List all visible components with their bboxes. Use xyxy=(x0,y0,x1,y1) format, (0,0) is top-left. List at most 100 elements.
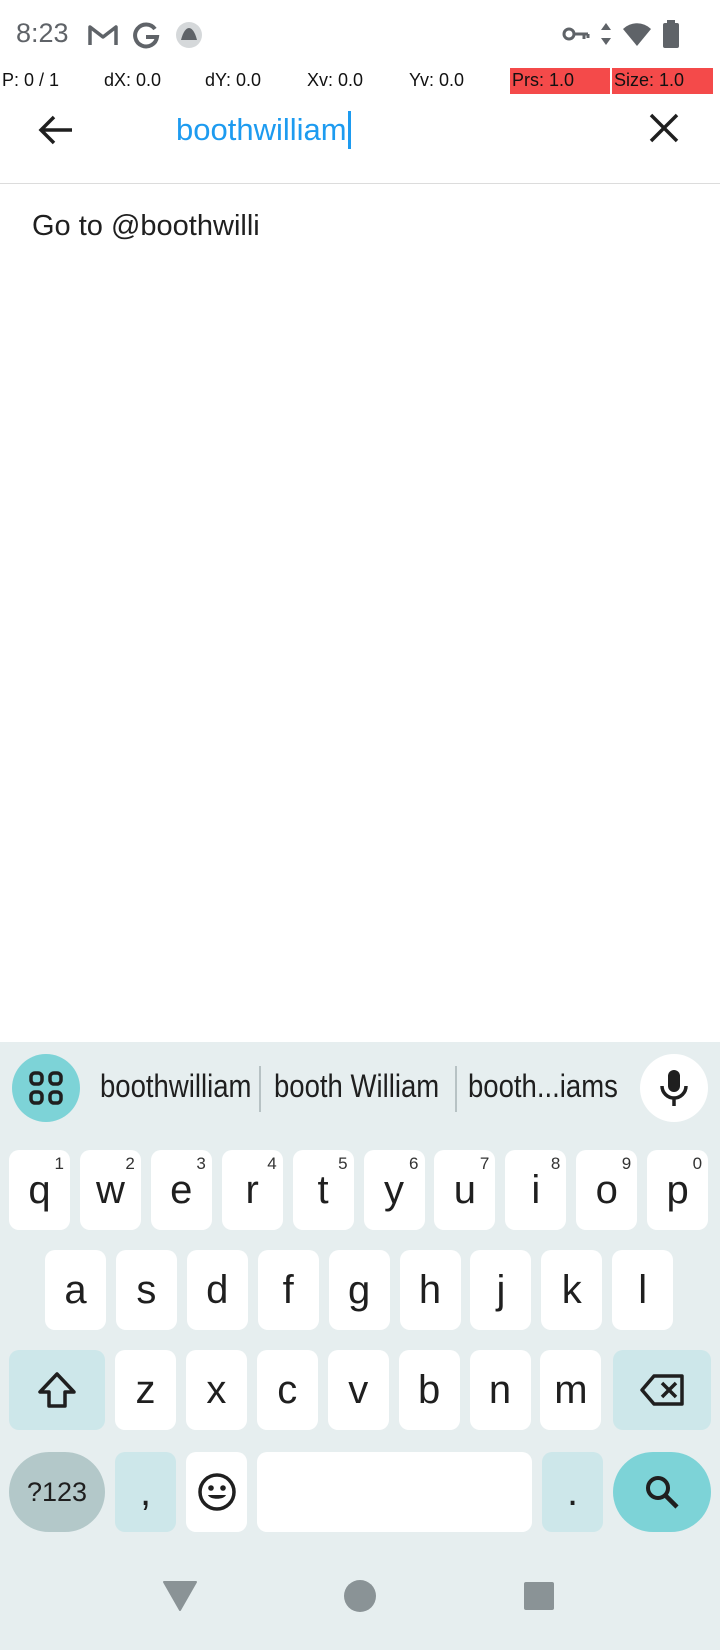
key-f[interactable]: f xyxy=(257,1250,319,1330)
symbols-key[interactable]: ?123 xyxy=(9,1452,105,1532)
search-header: boothwilliam xyxy=(0,96,720,184)
nav-recents-button[interactable] xyxy=(499,1542,579,1650)
key-hint: 5 xyxy=(338,1154,348,1173)
home-circle-icon xyxy=(343,1579,377,1613)
voice-input-button[interactable] xyxy=(640,1054,708,1122)
key-hint: 6 xyxy=(409,1154,419,1173)
key-d[interactable]: d xyxy=(186,1250,248,1330)
key-label: f xyxy=(282,1267,294,1312)
key-k[interactable]: k xyxy=(541,1250,603,1330)
key-t[interactable]: t5 xyxy=(292,1150,354,1230)
key-p[interactable]: p0 xyxy=(647,1150,709,1230)
nav-back-button[interactable] xyxy=(140,1542,220,1650)
key-r[interactable]: r4 xyxy=(221,1150,283,1230)
search-icon xyxy=(644,1474,680,1510)
key-hint: 0 xyxy=(692,1154,703,1173)
key-u[interactable]: u7 xyxy=(434,1150,496,1230)
key-g[interactable]: g xyxy=(328,1250,390,1330)
pointer-size: Size: 1.0 xyxy=(612,68,713,94)
key-label: j xyxy=(496,1267,506,1312)
search-key[interactable] xyxy=(613,1452,711,1532)
key-hint: 4 xyxy=(267,1154,277,1173)
search-query-text: boothwilliam xyxy=(176,112,347,147)
back-triangle-icon xyxy=(162,1580,198,1612)
go-to-user-result[interactable]: Go to @boothwilli xyxy=(0,200,720,252)
keyboard-apps-button[interactable] xyxy=(12,1054,80,1122)
apps-grid-icon xyxy=(28,1070,64,1106)
key-v[interactable]: v xyxy=(327,1350,389,1430)
clear-search-button[interactable] xyxy=(638,102,690,154)
key-l[interactable]: l xyxy=(612,1250,674,1330)
key-x[interactable]: x xyxy=(185,1350,247,1430)
key-label: b xyxy=(417,1367,441,1412)
pointer-location-overlay: P: 0 / 1 dX: 0.0 dY: 0.0 Xv: 0.0 Yv: 0.0… xyxy=(0,66,720,96)
emoji-key[interactable] xyxy=(186,1452,247,1532)
suggestion-divider xyxy=(259,1066,261,1112)
suggestion-1[interactable]: boothwilliam xyxy=(100,1068,251,1105)
key-label: z xyxy=(135,1367,156,1412)
key-q[interactable]: q1 xyxy=(9,1150,70,1230)
recents-square-icon xyxy=(523,1581,555,1611)
key-label: x xyxy=(206,1367,227,1412)
key-h[interactable]: h xyxy=(399,1250,461,1330)
key-label: v xyxy=(348,1367,369,1412)
app-notification-icon xyxy=(174,20,204,50)
key-label: k xyxy=(561,1267,582,1312)
arrow-left-icon xyxy=(38,114,74,146)
nav-home-button[interactable] xyxy=(320,1542,400,1650)
shift-key[interactable] xyxy=(9,1350,105,1430)
data-arrows-icon xyxy=(600,21,612,47)
key-label: n xyxy=(488,1367,512,1412)
key-label: r xyxy=(245,1167,259,1212)
key-y[interactable]: y6 xyxy=(363,1150,425,1230)
key-w[interactable]: w2 xyxy=(79,1150,141,1230)
suggestion-2[interactable]: booth William xyxy=(274,1068,439,1105)
key-j[interactable]: j xyxy=(470,1250,532,1330)
suggestion-3[interactable]: booth...iams xyxy=(468,1068,618,1105)
key-b[interactable]: b xyxy=(398,1350,460,1430)
key-s[interactable]: s xyxy=(115,1250,177,1330)
key-hint: 2 xyxy=(125,1154,135,1173)
key-label: a xyxy=(64,1267,87,1312)
system-nav-bar xyxy=(0,1542,720,1650)
period-key[interactable]: . xyxy=(542,1452,603,1532)
battery-icon xyxy=(662,20,680,48)
gmail-icon xyxy=(88,23,118,47)
status-bar: 8:23 xyxy=(0,0,720,72)
key-a[interactable]: a xyxy=(45,1250,106,1330)
key-label: q xyxy=(28,1167,51,1212)
key-label: d xyxy=(206,1267,229,1312)
key-label: m xyxy=(554,1367,588,1412)
status-time: 8:23 xyxy=(16,18,69,48)
backspace-key[interactable] xyxy=(613,1350,711,1430)
search-input[interactable]: boothwilliam xyxy=(176,106,616,154)
text-caret xyxy=(347,111,351,149)
suggestion-strip: boothwilliam booth William booth...iams xyxy=(0,1042,720,1136)
key-i[interactable]: i8 xyxy=(505,1150,567,1230)
pointer-yv: Yv: 0.0 xyxy=(409,70,465,90)
key-n[interactable]: n xyxy=(469,1350,531,1430)
key-label: w xyxy=(95,1167,125,1212)
vpn-key-icon xyxy=(562,25,590,43)
key-z[interactable]: z xyxy=(115,1350,176,1430)
key-label: p xyxy=(666,1167,689,1212)
key-e[interactable]: e3 xyxy=(150,1150,212,1230)
key-o[interactable]: o9 xyxy=(576,1150,638,1230)
status-notification-icons xyxy=(88,20,204,50)
key-label: g xyxy=(347,1267,371,1312)
comma-key[interactable]: , xyxy=(115,1452,176,1532)
space-key[interactable] xyxy=(257,1452,532,1532)
key-hint: 3 xyxy=(196,1154,206,1173)
google-icon xyxy=(132,21,160,49)
key-label: e xyxy=(170,1167,193,1212)
key-label: t xyxy=(317,1167,329,1212)
key-hint: 7 xyxy=(479,1154,490,1173)
key-hint: 1 xyxy=(54,1154,64,1173)
key-label: y xyxy=(384,1167,404,1212)
suggestion-divider xyxy=(455,1066,457,1112)
key-label: h xyxy=(418,1267,442,1312)
key-m[interactable]: m xyxy=(540,1350,602,1430)
soft-keyboard: boothwilliam booth William booth...iams … xyxy=(0,1042,720,1542)
key-c[interactable]: c xyxy=(256,1350,318,1430)
back-button[interactable] xyxy=(30,104,82,156)
